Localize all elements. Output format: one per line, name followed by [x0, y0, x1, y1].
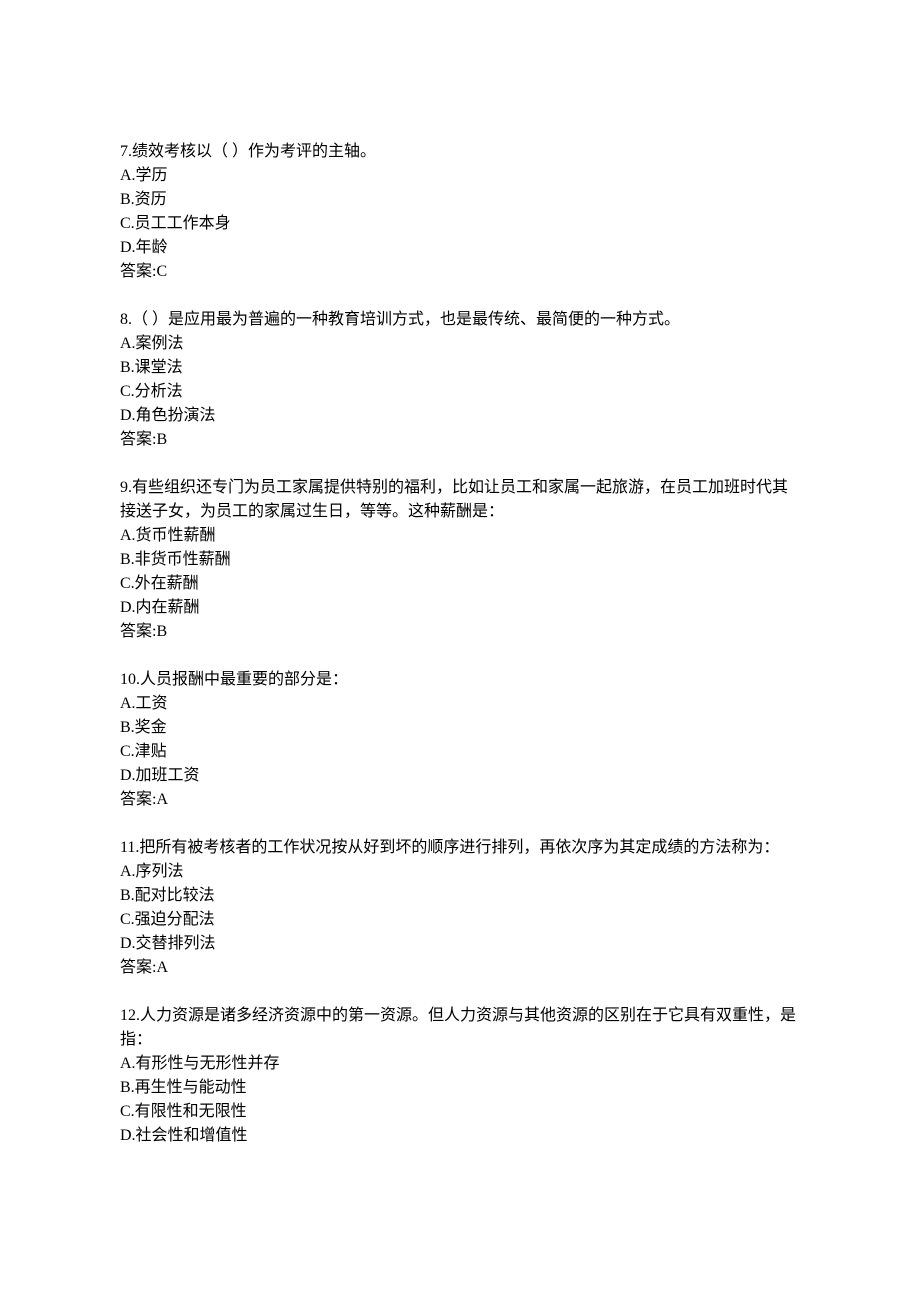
question-stem: 11.把所有被考核者的工作状况按从好到坏的顺序进行排列，再依次序为其定成绩的方法… — [120, 836, 800, 860]
question-number: 11 — [120, 839, 135, 856]
option-a: A.货币性薪酬 — [120, 524, 800, 548]
option-a: A.序列法 — [120, 860, 800, 884]
option-b: B.奖金 — [120, 716, 800, 740]
option-b: B.非货币性薪酬 — [120, 548, 800, 572]
question-text: 有些组织还专门为员工家属提供特别的福利，比如让员工和家属一起旅游，在员工加班时代… — [120, 479, 788, 520]
answer: 答案:A — [120, 788, 800, 812]
question-number: 10 — [120, 671, 136, 688]
option-d: D.角色扮演法 — [120, 404, 800, 428]
question-text: 把所有被考核者的工作状况按从好到坏的顺序进行排列，再依次序为其定成绩的方法称为： — [139, 839, 779, 856]
option-d: D.加班工资 — [120, 764, 800, 788]
option-a: A.有形性与无形性并存 — [120, 1052, 800, 1076]
option-c: C.分析法 — [120, 380, 800, 404]
question-stem: 8.（ ）是应用最为普遍的一种教育培训方式，也是最传统、最简便的一种方式。 — [120, 308, 800, 332]
option-c: C.强迫分配法 — [120, 908, 800, 932]
question-stem: 10.人员报酬中最重要的部分是： — [120, 668, 800, 692]
option-b: B.资历 — [120, 188, 800, 212]
question-text: 人员报酬中最重要的部分是： — [140, 671, 348, 688]
answer: 答案:B — [120, 620, 800, 644]
answer: 答案:A — [120, 956, 800, 980]
question-number: 9 — [120, 479, 128, 496]
option-d: D.内在薪酬 — [120, 596, 800, 620]
document-page: 7.绩效考核以（ ）作为考评的主轴。 A.学历 B.资历 C.员工工作本身 D.… — [0, 0, 920, 1302]
option-c: C.外在薪酬 — [120, 572, 800, 596]
option-d: D.社会性和增值性 — [120, 1124, 800, 1148]
option-c: C.有限性和无限性 — [120, 1100, 800, 1124]
option-c: C.津贴 — [120, 740, 800, 764]
question-stem: 9.有些组织还专门为员工家属提供特别的福利，比如让员工和家属一起旅游，在员工加班… — [120, 476, 800, 524]
question-10: 10.人员报酬中最重要的部分是： A.工资 B.奖金 C.津贴 D.加班工资 答… — [120, 668, 800, 812]
question-8: 8.（ ）是应用最为普遍的一种教育培训方式，也是最传统、最简便的一种方式。 A.… — [120, 308, 800, 452]
question-text: （ ）是应用最为普遍的一种教育培训方式，也是最传统、最简便的一种方式。 — [132, 311, 680, 328]
question-number: 8 — [120, 311, 128, 328]
question-7: 7.绩效考核以（ ）作为考评的主轴。 A.学历 B.资历 C.员工工作本身 D.… — [120, 140, 800, 284]
answer: 答案:B — [120, 428, 800, 452]
answer: 答案:C — [120, 260, 800, 284]
option-b: B.再生性与能动性 — [120, 1076, 800, 1100]
option-b: B.课堂法 — [120, 356, 800, 380]
option-d: D.年龄 — [120, 236, 800, 260]
question-number: 7 — [120, 143, 128, 160]
question-9: 9.有些组织还专门为员工家属提供特别的福利，比如让员工和家属一起旅游，在员工加班… — [120, 476, 800, 644]
question-12: 12.人力资源是诸多经济资源中的第一资源。但人力资源与其他资源的区别在于它具有双… — [120, 1004, 800, 1148]
question-text: 绩效考核以（ ）作为考评的主轴。 — [132, 143, 376, 160]
question-number: 12 — [120, 1007, 136, 1024]
option-a: A.案例法 — [120, 332, 800, 356]
option-b: B.配对比较法 — [120, 884, 800, 908]
option-c: C.员工工作本身 — [120, 212, 800, 236]
question-11: 11.把所有被考核者的工作状况按从好到坏的顺序进行排列，再依次序为其定成绩的方法… — [120, 836, 800, 980]
question-stem: 7.绩效考核以（ ）作为考评的主轴。 — [120, 140, 800, 164]
question-stem: 12.人力资源是诸多经济资源中的第一资源。但人力资源与其他资源的区别在于它具有双… — [120, 1004, 800, 1052]
option-a: A.学历 — [120, 164, 800, 188]
option-d: D.交替排列法 — [120, 932, 800, 956]
question-text: 人力资源是诸多经济资源中的第一资源。但人力资源与其他资源的区别在于它具有双重性，… — [120, 1007, 796, 1048]
option-a: A.工资 — [120, 692, 800, 716]
